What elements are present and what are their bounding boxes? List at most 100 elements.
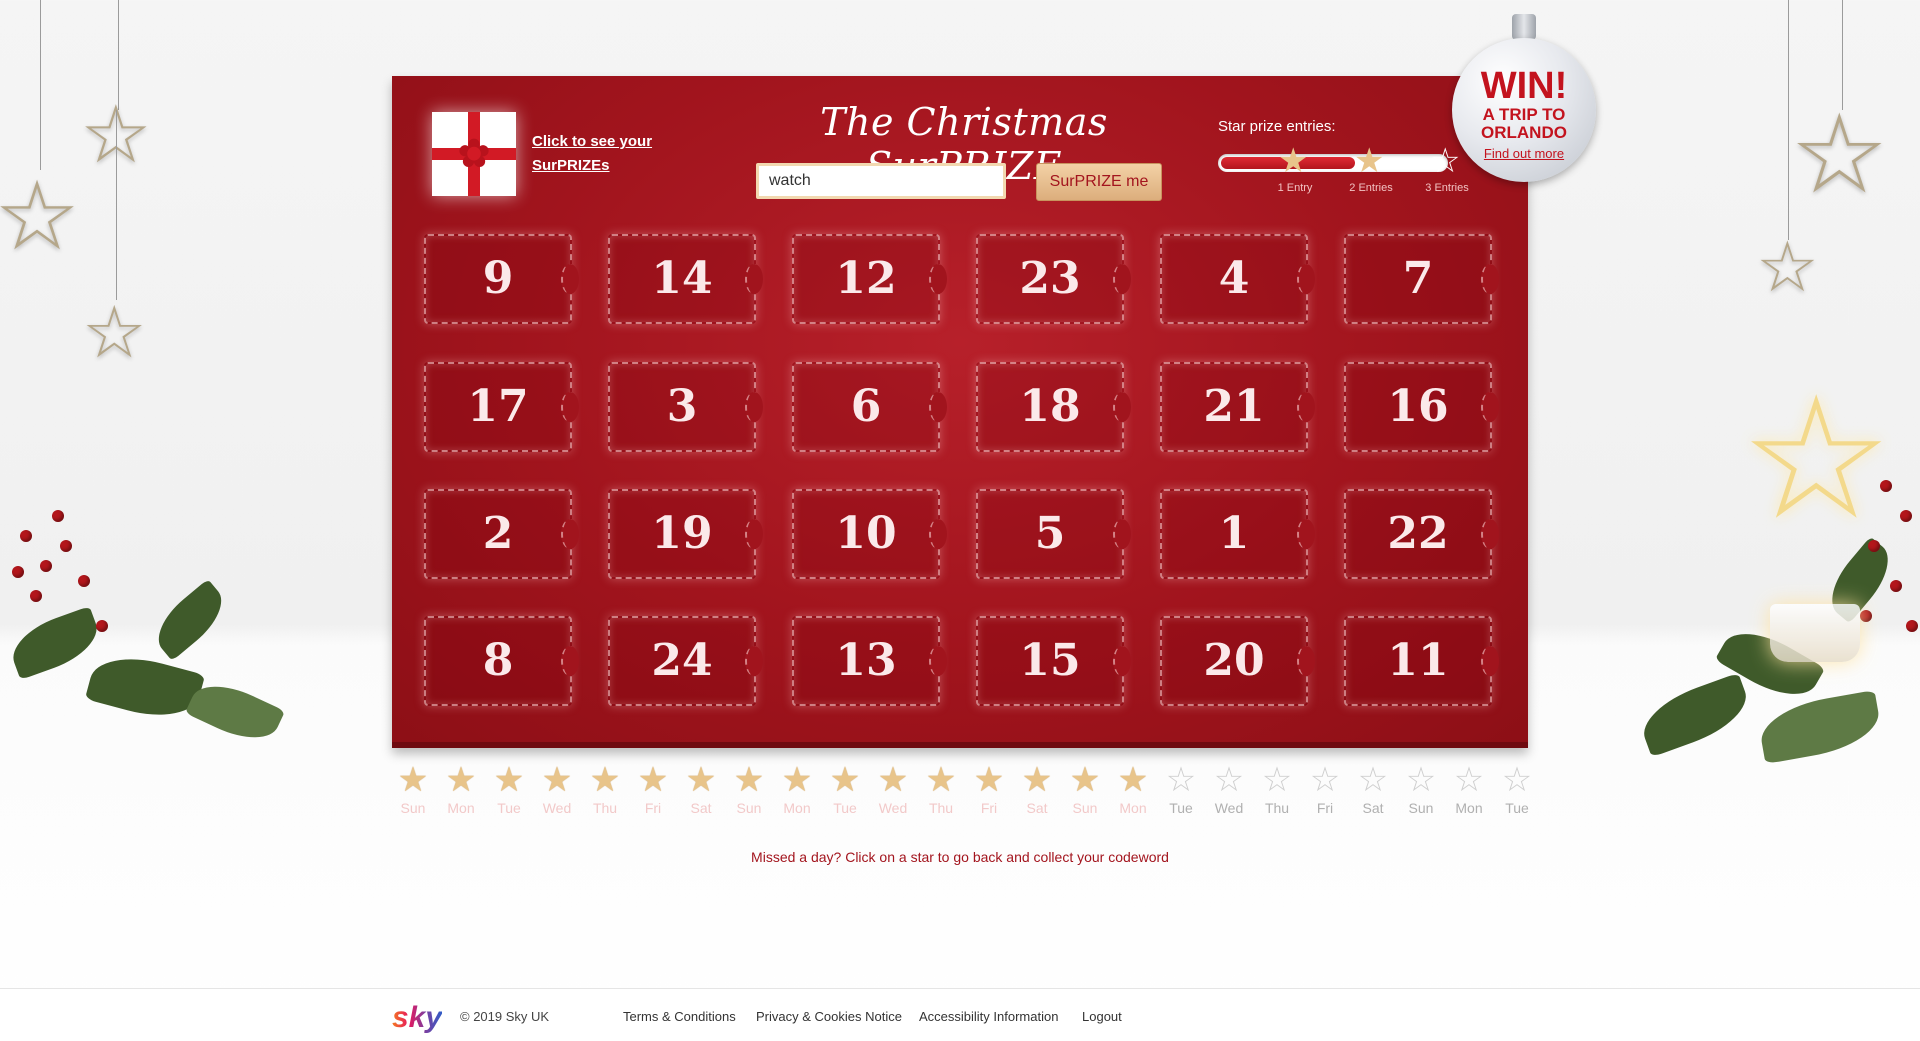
star-icon: ★ — [877, 761, 909, 799]
day-star[interactable]: ★ Mon — [776, 762, 818, 816]
star-icon: ★ — [1117, 761, 1149, 799]
star-icon: ★ — [445, 761, 477, 799]
calendar-door[interactable]: 4 — [1160, 234, 1315, 324]
day-star[interactable]: ★ Wed — [872, 762, 914, 816]
entry-level-label: 1 Entry — [1277, 182, 1313, 194]
win-promo-bauble[interactable]: WIN! A TRIP TO ORLANDO Find out more — [1452, 38, 1596, 182]
day-label: Sun — [1072, 800, 1098, 816]
copyright-text: © 2019 Sky UK — [460, 1009, 550, 1024]
day-star[interactable]: ☆ Wed — [1208, 762, 1250, 816]
star-icon: ★ — [685, 761, 717, 799]
day-star[interactable]: ☆ Sat — [1352, 762, 1394, 816]
calendar-door[interactable]: 3 — [608, 362, 763, 452]
star-icon: ★ — [493, 761, 525, 799]
calendar-door[interactable]: 10 — [792, 489, 947, 579]
day-star[interactable]: ★ Sat — [1016, 762, 1058, 816]
day-label: Sun — [1408, 800, 1434, 816]
calendar-door[interactable]: 20 — [1160, 616, 1315, 706]
day-label: Sat — [690, 800, 712, 816]
day-label: Tue — [833, 800, 857, 816]
find-out-more-link[interactable]: Find out more — [1452, 146, 1596, 161]
star-prize-label: Star prize entries: — [1218, 118, 1336, 135]
bauble-cap — [1512, 14, 1536, 40]
day-star[interactable]: ★ Thu — [920, 762, 962, 816]
day-label: Sun — [400, 800, 426, 816]
day-label: Tue — [1169, 800, 1193, 816]
view-surprizes-link[interactable]: Click to see your SurPRIZEs — [532, 130, 662, 178]
star-icon: ★ — [973, 761, 1005, 799]
star-icon: ☆ — [1213, 761, 1245, 799]
day-label: Thu — [592, 800, 618, 816]
day-star[interactable]: ★ Tue — [488, 762, 530, 816]
star-prize-progress — [1218, 154, 1448, 172]
calendar-door[interactable]: 5 — [976, 489, 1131, 579]
entry-level-label: 2 Entries — [1349, 182, 1393, 194]
calendar-door[interactable]: 17 — [424, 362, 579, 452]
day-star[interactable]: ★ Sat — [680, 762, 722, 816]
day-star[interactable]: ☆ Tue — [1160, 762, 1202, 816]
calendar-door[interactable]: 7 — [1344, 234, 1499, 324]
day-star[interactable]: ★ Fri — [968, 762, 1010, 816]
day-star[interactable]: ☆ Fri — [1304, 762, 1346, 816]
gift-icon[interactable]: ✿ — [432, 112, 516, 196]
codeword-input[interactable] — [756, 163, 1006, 199]
logout-link[interactable]: Logout — [1082, 1009, 1122, 1024]
calendar-door[interactable]: 21 — [1160, 362, 1315, 452]
calendar-door[interactable]: 22 — [1344, 489, 1499, 579]
day-label: Mon — [447, 800, 475, 816]
day-star[interactable]: ★ Fri — [632, 762, 674, 816]
day-label: Fri — [644, 800, 662, 816]
day-star[interactable]: ★ Mon — [440, 762, 482, 816]
calendar-door[interactable]: 19 — [608, 489, 763, 579]
star-icon: ☆ — [1357, 761, 1389, 799]
star-icon: ★ — [1021, 761, 1053, 799]
star-icon: ☆ — [1405, 761, 1437, 799]
entry-star-icon: ★ — [1354, 142, 1385, 180]
privacy-link[interactable]: Privacy & Cookies Notice — [756, 1009, 902, 1024]
light-star-icon: ☆ — [1740, 364, 1893, 554]
day-star[interactable]: ★ Sun — [392, 762, 434, 816]
calendar-door[interactable]: 23 — [976, 234, 1131, 324]
calendar-door[interactable]: 6 — [792, 362, 947, 452]
terms-link[interactable]: Terms & Conditions — [623, 1009, 736, 1024]
star-icon: ★ — [829, 761, 861, 799]
calendar-door[interactable]: 16 — [1344, 362, 1499, 452]
day-label: Wed — [1214, 800, 1244, 816]
surprize-me-button[interactable]: SurPRIZE me — [1036, 163, 1162, 201]
day-label: Sun — [736, 800, 762, 816]
calendar-door[interactable]: 9 — [424, 234, 579, 324]
calendar-door[interactable]: 12 — [792, 234, 947, 324]
day-star[interactable]: ☆ Tue — [1496, 762, 1538, 816]
calendar-door[interactable]: 2 — [424, 489, 579, 579]
day-star[interactable]: ☆ Thu — [1256, 762, 1298, 816]
accessibility-link[interactable]: Accessibility Information — [919, 1009, 1058, 1024]
day-star[interactable]: ★ Mon — [1112, 762, 1154, 816]
day-star[interactable]: ☆ Mon — [1448, 762, 1490, 816]
day-label: Fri — [980, 800, 998, 816]
promo-subtitle: A TRIP TO ORLANDO — [1481, 105, 1567, 142]
star-icon: ★ — [925, 761, 957, 799]
calendar-door[interactable]: 14 — [608, 234, 763, 324]
day-label: Mon — [1455, 800, 1483, 816]
day-star[interactable]: ★ Wed — [536, 762, 578, 816]
sky-logo[interactable]: sky — [392, 1001, 442, 1035]
footer: sky © 2019 Sky UK Terms & Conditions Pri… — [0, 988, 1920, 1041]
calendar-door[interactable]: 18 — [976, 362, 1131, 452]
calendar-door[interactable]: 8 — [424, 616, 579, 706]
day-star[interactable]: ★ Tue — [824, 762, 866, 816]
calendar-door[interactable]: 15 — [976, 616, 1131, 706]
star-icon: ☆ — [1261, 761, 1293, 799]
hanging-star-icon: ☆ — [82, 293, 147, 373]
missed-day-message: Missed a day? Click on a star to go back… — [751, 849, 1169, 865]
star-icon: ☆ — [1453, 761, 1485, 799]
calendar-door[interactable]: 24 — [608, 616, 763, 706]
day-star[interactable]: ★ Sun — [728, 762, 770, 816]
day-label: Tue — [1505, 800, 1529, 816]
day-star[interactable]: ★ Thu — [584, 762, 626, 816]
calendar-door[interactable]: 11 — [1344, 616, 1499, 706]
calendar-door[interactable]: 1 — [1160, 489, 1315, 579]
entry-level-label: 3 Entries — [1425, 182, 1469, 194]
calendar-door[interactable]: 13 — [792, 616, 947, 706]
day-star[interactable]: ★ Sun — [1064, 762, 1106, 816]
day-star[interactable]: ☆ Sun — [1400, 762, 1442, 816]
